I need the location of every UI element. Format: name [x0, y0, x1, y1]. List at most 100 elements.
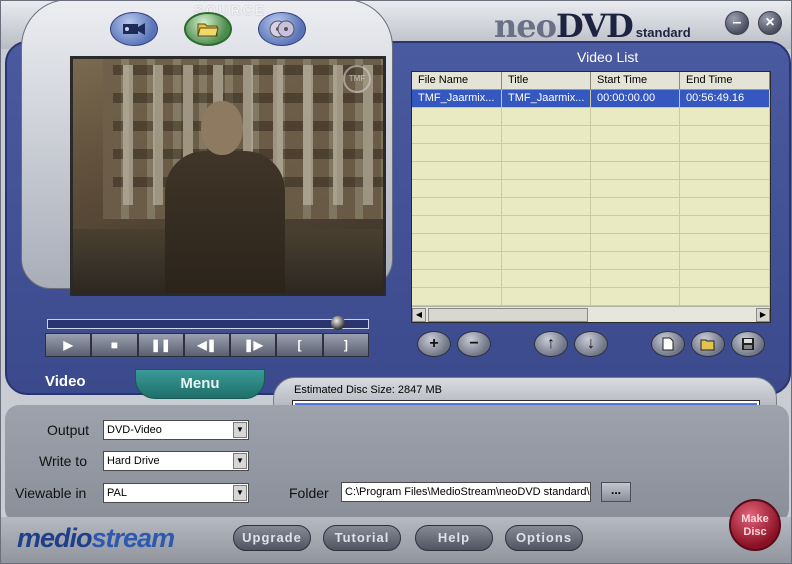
- empty-cell: [680, 216, 770, 233]
- neodvd-window: neoDVD standard – × SOURCE TMF ▶ ■ ❚❚ ◀❚ ❚▶ []…: [0, 0, 792, 564]
- minimize-button[interactable]: –: [725, 11, 749, 35]
- empty-cell: [502, 270, 591, 287]
- move-down-button[interactable]: ↓: [574, 331, 608, 357]
- empty-cell: [591, 162, 680, 179]
- open-project-button[interactable]: [691, 331, 725, 357]
- empty-cell: [591, 288, 680, 305]
- column-header[interactable]: End Time: [680, 72, 770, 89]
- stop-icon: ■: [110, 338, 119, 352]
- output-value: DVD-Video: [107, 424, 162, 436]
- folder-source-button[interactable]: [184, 12, 232, 46]
- seek-thumb[interactable]: [331, 316, 346, 330]
- write-to-label: Write to: [39, 453, 87, 469]
- help-button[interactable]: Help: [415, 525, 493, 551]
- empty-row: [412, 252, 770, 270]
- table-row[interactable]: TMF_Jaarmix... TMF_Jaarmix... 00:00:00.00 0…: [412, 90, 770, 108]
- seek-bar[interactable]: [47, 316, 369, 330]
- empty-cell: [502, 108, 591, 125]
- empty-cell: [412, 234, 502, 251]
- scroll-left-icon[interactable]: ◀: [412, 308, 426, 322]
- add-video-button[interactable]: +: [417, 331, 451, 357]
- output-select[interactable]: DVD-Video ▼: [103, 420, 249, 440]
- horizontal-scrollbar[interactable]: ◀ ▶: [412, 306, 770, 322]
- empty-cell: [680, 162, 770, 179]
- mark-out-button[interactable]: ]: [322, 333, 369, 357]
- output-label: Output: [47, 422, 90, 438]
- tab-video[interactable]: Video: [5, 367, 137, 395]
- upgrade-button[interactable]: Upgrade: [233, 525, 311, 551]
- dropdown-arrow-icon[interactable]: ▼: [233, 485, 247, 501]
- empty-row: [412, 216, 770, 234]
- make-disc-button[interactable]: Make Disc: [729, 499, 781, 551]
- browse-folder-button[interactable]: ...: [601, 482, 631, 502]
- empty-cell: [502, 252, 591, 269]
- write-to-value: Hard Drive: [107, 455, 160, 467]
- video-preview: TMF: [70, 56, 386, 296]
- disc-source-button[interactable]: [258, 12, 306, 46]
- folder-path-input[interactable]: C:\Program Files\MedioStream\neoDVD stan…: [341, 482, 591, 502]
- play-icon: ▶: [63, 338, 73, 352]
- arrow-up-icon: ↑: [547, 335, 555, 352]
- minus-icon: −: [469, 335, 479, 352]
- empty-cell: [502, 162, 591, 179]
- folder-label: Folder: [289, 485, 329, 501]
- empty-cell: [591, 144, 680, 161]
- dropdown-arrow-icon[interactable]: ▼: [233, 453, 247, 469]
- channel-watermark-icon: TMF: [343, 65, 371, 93]
- step-back-button[interactable]: ◀❚: [183, 333, 231, 357]
- column-header[interactable]: Start Time: [591, 72, 680, 89]
- tab-menu[interactable]: Menu: [135, 369, 265, 399]
- close-button[interactable]: ×: [758, 11, 782, 35]
- video-list[interactable]: File Name Title Start Time End Time TMF_Jaa…: [411, 71, 771, 323]
- logo-neo: neo: [494, 7, 557, 45]
- scroll-right-icon[interactable]: ▶: [756, 308, 770, 322]
- empty-cell: [680, 234, 770, 251]
- arrow-down-icon: ↓: [587, 335, 595, 352]
- empty-cell: [680, 270, 770, 287]
- tutorial-button[interactable]: Tutorial: [323, 525, 401, 551]
- viewable-in-select[interactable]: PAL ▼: [103, 483, 249, 503]
- app-logo: neoDVD standard: [494, 7, 691, 45]
- dropdown-arrow-icon[interactable]: ▼: [233, 422, 247, 438]
- step-back-icon: ◀❚: [197, 338, 217, 352]
- empty-cell: [680, 198, 770, 215]
- empty-cell: [412, 270, 502, 287]
- empty-cell: [412, 144, 502, 161]
- scene-person-head: [201, 101, 243, 155]
- table-cell: 00:00:00.00: [591, 90, 680, 107]
- play-button[interactable]: ▶: [45, 333, 92, 357]
- remove-video-button[interactable]: −: [457, 331, 491, 357]
- empty-cell: [591, 126, 680, 143]
- mediostream-logo: mediostream: [17, 523, 175, 554]
- step-forward-button[interactable]: ❚▶: [230, 333, 277, 357]
- monitor-frame: SOURCE TMF: [21, 1, 393, 296]
- empty-cell: [502, 234, 591, 251]
- empty-row: [412, 270, 770, 288]
- pause-icon: ❚❚: [150, 338, 171, 352]
- logo-dvd: DVD: [555, 7, 634, 45]
- write-to-select[interactable]: Hard Drive ▼: [103, 451, 249, 471]
- mark-in-icon: [: [297, 338, 302, 352]
- scroll-thumb[interactable]: [428, 308, 588, 322]
- new-project-button[interactable]: [651, 331, 685, 357]
- camcorder-source-button[interactable]: [110, 12, 158, 46]
- mark-out-icon: ]: [343, 338, 348, 352]
- column-header[interactable]: File Name: [412, 72, 502, 89]
- move-up-button[interactable]: ↑: [534, 331, 568, 357]
- empty-cell: [502, 144, 591, 161]
- video-list-rows: TMF_Jaarmix... TMF_Jaarmix... 00:00:00.00 0…: [412, 90, 770, 306]
- empty-cell: [591, 180, 680, 197]
- disc-icon: [269, 20, 295, 38]
- stop-button[interactable]: ■: [91, 333, 138, 357]
- column-header[interactable]: Title: [502, 72, 591, 89]
- options-button[interactable]: Options: [505, 525, 583, 551]
- table-cell: TMF_Jaarmix...: [502, 90, 591, 107]
- empty-row: [412, 288, 770, 306]
- save-project-button[interactable]: [731, 331, 765, 357]
- floppy-disk-icon: [742, 338, 754, 350]
- empty-cell: [591, 234, 680, 251]
- empty-cell: [412, 288, 502, 305]
- pause-button[interactable]: ❚❚: [137, 333, 184, 357]
- mark-in-button[interactable]: [: [276, 333, 323, 357]
- table-cell: TMF_Jaarmix...: [412, 90, 502, 107]
